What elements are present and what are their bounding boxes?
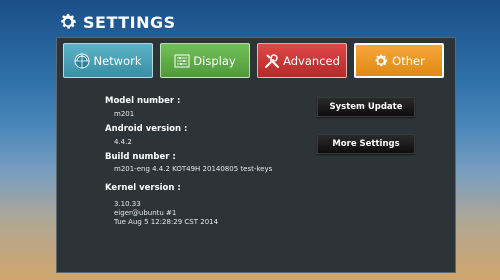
system-update-button[interactable]: System Update bbox=[317, 97, 415, 117]
build-number-label: Build number : bbox=[105, 152, 176, 162]
tab-other-label: Other bbox=[392, 53, 425, 68]
page-header: SETTINGS bbox=[58, 9, 176, 35]
android-version-value: 4.4.2 bbox=[114, 138, 132, 146]
page-title: SETTINGS bbox=[83, 12, 176, 32]
tab-network[interactable]: Network bbox=[63, 43, 153, 78]
tab-display[interactable]: Display bbox=[160, 43, 250, 78]
kernel-version-line1: 3.10.33 bbox=[114, 200, 141, 208]
display-sliders-icon bbox=[174, 54, 190, 67]
tools-icon bbox=[265, 53, 280, 68]
tab-display-label: Display bbox=[193, 53, 236, 68]
kernel-version-label: Kernel version : bbox=[105, 183, 181, 193]
build-number-value: m201-eng 4.4.2 KOT49H 20140805 test-keys bbox=[114, 165, 273, 173]
model-number-value: m201 bbox=[114, 110, 135, 118]
model-number-label: Model number : bbox=[105, 96, 181, 106]
tab-advanced[interactable]: Advanced bbox=[257, 43, 347, 78]
more-settings-button[interactable]: More Settings bbox=[317, 134, 415, 154]
kernel-version-line3: Tue Aug 5 12:28:29 CST 2014 bbox=[114, 218, 219, 226]
network-icon bbox=[74, 53, 90, 68]
android-version-label: Android version : bbox=[105, 124, 188, 134]
settings-panel: Network Display Advanced Other Model num… bbox=[56, 37, 456, 273]
tab-advanced-label: Advanced bbox=[283, 53, 340, 68]
tab-other[interactable]: Other bbox=[354, 43, 444, 78]
tab-network-label: Network bbox=[93, 53, 142, 68]
kernel-version-line2: eiger@ubuntu #1 bbox=[114, 209, 177, 217]
tab-bar: Network Display Advanced Other bbox=[63, 43, 449, 79]
gear-icon bbox=[61, 13, 76, 29]
gear-icon bbox=[375, 54, 388, 66]
